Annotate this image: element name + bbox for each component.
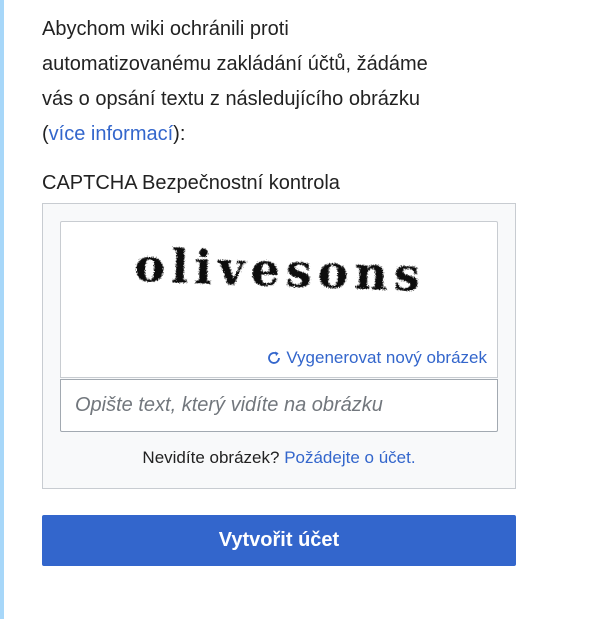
account-creation-page: Abychom wiki ochránili proti automatizov… <box>0 0 600 619</box>
captcha-heading: CAPTCHA Bezpečnostní kontrola <box>42 172 340 194</box>
refresh-captcha-label[interactable]: Vygenerovat nový obrázek <box>286 346 487 370</box>
intro-line-2: automatizovanému zakládání účtů, žádáme <box>42 53 428 75</box>
refresh-captcha-link[interactable]: Vygenerovat nový obrázek <box>266 346 487 370</box>
captcha-answer-input[interactable] <box>60 379 498 432</box>
request-account-link[interactable]: Požádejte o účet. <box>284 448 415 467</box>
refresh-icon <box>268 351 281 364</box>
more-info-link[interactable]: více informací <box>49 123 173 145</box>
intro-paren-close: ): <box>173 123 186 145</box>
no-image-text: Nevidíte obrázek? <box>142 448 280 467</box>
captcha-intro-text: Abychom wiki ochránili proti automatizov… <box>42 12 522 152</box>
no-image-help: Nevidíte obrázek? Požádejte o účet. <box>42 444 516 472</box>
intro-line-3: vás o opsání textu z následujícího obráz… <box>42 88 421 110</box>
intro-paren-open: ( <box>42 123 49 145</box>
content-left-border <box>0 0 4 619</box>
captcha-image: olivesons <box>133 238 426 302</box>
intro-line-1: Abychom wiki ochránili proti <box>42 18 289 40</box>
captcha-image-text: olivesons <box>133 238 426 302</box>
create-account-button[interactable]: Vytvořit účet <box>42 515 516 566</box>
